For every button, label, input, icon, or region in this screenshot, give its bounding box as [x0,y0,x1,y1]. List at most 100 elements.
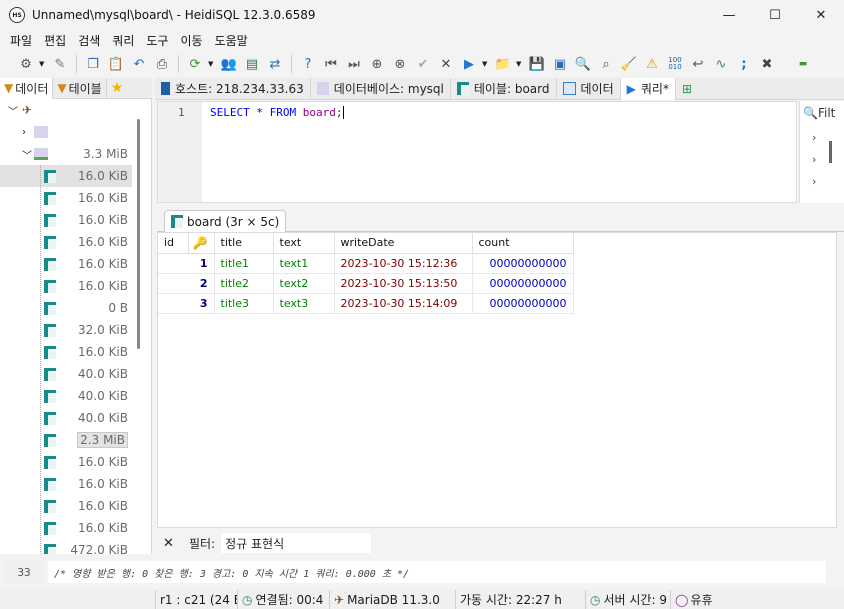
chevron-right-icon[interactable]: › [812,131,816,144]
cancel-record-icon[interactable]: ✕ [436,54,456,74]
maximize-button[interactable]: ☐ [752,0,798,30]
tab-database[interactable]: 데이터베이스: mysql [311,77,451,100]
tree-node-table[interactable]: 16.0 KiB [0,451,132,473]
menu-file[interactable]: 파일 [4,32,38,49]
user-manager-icon[interactable]: 👥 [219,54,239,74]
tree-node-database-mysql[interactable]: ﹀ 3.3 MiB [0,143,132,165]
session-manager-icon[interactable]: ⚙ [16,54,36,74]
table-row[interactable]: 1 title1 text1 2023-10-30 15:12:36 00000… [158,253,574,274]
cell-writedate[interactable]: 2023-10-30 15:14:09 [334,293,473,314]
tree-node-table[interactable]: 16.0 KiB [0,517,132,539]
cell-title[interactable]: title2 [214,273,274,294]
tree-scrollbar[interactable] [137,119,140,349]
clear-icon[interactable]: 🧹 [619,54,639,74]
menu-go[interactable]: 이동 [174,32,208,49]
menu-query[interactable]: 쿼리 [106,32,140,49]
refresh-icon[interactable]: ⟳ [185,54,205,74]
run-query-icon[interactable]: ▶ [459,54,479,74]
cell-text[interactable]: text1 [273,253,335,274]
paste-icon[interactable]: 📋 [106,54,126,74]
insert-record-icon[interactable]: ⊕ [367,54,387,74]
cell-title[interactable]: title3 [214,293,274,314]
result-grid[interactable]: id 🔑 title text writeDate count 1 title1… [157,232,837,528]
cell-count[interactable]: 00000000000 [472,293,574,314]
tree-node-table[interactable]: 40.0 KiB [0,385,132,407]
menu-help[interactable]: 도움말 [209,32,254,49]
column-header-title[interactable]: title [214,233,274,254]
tree-node-table[interactable]: 16.0 KiB [0,495,132,517]
cell-title[interactable]: title1 [214,253,274,274]
chevron-down-icon[interactable]: ﹀ [22,147,32,162]
tree-node-table[interactable]: 16.0 KiB [0,473,132,495]
tab-table-filter[interactable]: ▼ 테이블 [53,77,107,99]
open-file-icon[interactable]: 📁 [493,54,513,74]
helper-scrollbar[interactable] [829,141,832,163]
column-header-id[interactable]: id [158,233,189,254]
tab-host[interactable]: 호스트: 218.234.33.63 [155,77,311,100]
tree-node-table[interactable]: 0 B [0,297,132,319]
warning-icon[interactable]: ⚠ [642,54,662,74]
tree-node-table[interactable]: 2.3 MiB [0,429,132,451]
chevron-right-icon[interactable]: › [812,175,816,188]
menu-tools[interactable]: 도구 [140,32,174,49]
tree-node-table[interactable]: 32.0 KiB [0,319,132,341]
undo-icon[interactable]: ↶ [129,54,149,74]
menu-search[interactable]: 검색 [72,32,106,49]
chevron-down-icon[interactable]: ▼ [482,60,490,68]
chevron-down-icon[interactable]: ▼ [208,60,216,68]
print-icon[interactable]: ⎙ [152,54,172,74]
tree-node-session[interactable]: ﹀ ✈ [0,99,132,121]
minimize-button[interactable]: — [706,0,752,30]
helper-filter[interactable]: 🔍Filt [803,106,835,120]
sql-code[interactable]: SELECT * FROM board; [210,106,344,119]
binary-icon[interactable]: 100 010 [665,54,685,74]
tab-database-filter[interactable]: ▼ 데이터 [0,77,54,99]
cell-count[interactable]: 00000000000 [472,273,574,294]
sync-icon[interactable]: ⇄ [265,54,285,74]
tree-node-table[interactable]: 40.0 KiB [0,363,132,385]
semicolon-icon[interactable]: ; [734,54,754,74]
cell-text[interactable]: text2 [273,273,335,294]
cell-count[interactable]: 00000000000 [472,253,574,274]
tree-node-database[interactable]: › [0,121,132,143]
tree-node-table[interactable]: 16.0 KiB [0,253,132,275]
column-header-text[interactable]: text [273,233,335,254]
chevron-down-icon[interactable]: ﹀ [8,103,18,118]
stop-icon[interactable]: ✖ [757,54,777,74]
tree-node-table[interactable]: 472.0 KiB [0,539,132,554]
tab-data[interactable]: 데이터 [557,77,621,100]
disconnect-icon[interactable]: ✎ [50,54,70,74]
tree-node-table[interactable]: 16.0 KiB [0,275,132,297]
filter-input[interactable] [221,533,372,553]
column-header-count[interactable]: count [472,233,574,254]
table-row[interactable]: 3 title3 text3 2023-10-30 15:14:09 00000… [158,293,574,314]
tree-node-table[interactable]: 16.0 KiB [0,341,132,363]
replace-icon[interactable]: ⌕ [596,54,616,74]
chevron-right-icon[interactable]: › [812,153,816,166]
tab-result-board[interactable]: board (3r × 5c) [164,210,287,232]
close-filter-icon[interactable]: ✕ [163,536,177,551]
favorites-button[interactable]: ★ [107,78,128,99]
database-tree[interactable]: ﹀ ✈ › ﹀ 3.3 MiB 16.0 KiB 16.0 KiB 16.0 K… [0,99,152,554]
auto-refresh-icon[interactable]: ∿ [711,54,731,74]
find-icon[interactable]: 🔍 [573,54,593,74]
tab-table[interactable]: 테이블: board [451,77,557,100]
close-button[interactable]: ✕ [798,0,844,30]
tab-query[interactable]: ▶ 쿼리* [620,77,676,100]
first-record-icon[interactable]: ⏮ [321,54,341,74]
tree-node-table[interactable]: 16.0 KiB [0,209,132,231]
chevron-right-icon[interactable]: › [22,127,26,138]
log-text[interactable]: /* 영향 받은 행: 0 찾은 행: 3 경고: 0 지속 시간 1 쿼리: … [48,561,826,583]
cell-id[interactable]: 3 [158,293,215,314]
tree-node-table[interactable]: 40.0 KiB [0,407,132,429]
export-icon[interactable]: ▤ [242,54,262,74]
chevron-down-icon[interactable]: ▼ [39,60,47,68]
save-snippet-icon[interactable]: ▣ [550,54,570,74]
new-query-tab-button[interactable]: ⊞ [676,78,698,100]
sql-editor[interactable]: 1 SELECT * FROM board; [157,101,797,203]
tree-node-table[interactable]: 16.0 KiB [0,165,132,187]
cell-writedate[interactable]: 2023-10-30 15:13:50 [334,273,473,294]
save-icon[interactable]: 💾 [527,54,547,74]
table-row[interactable]: 2 title2 text2 2023-10-30 15:13:50 00000… [158,273,574,294]
menu-edit[interactable]: 편집 [38,32,72,49]
